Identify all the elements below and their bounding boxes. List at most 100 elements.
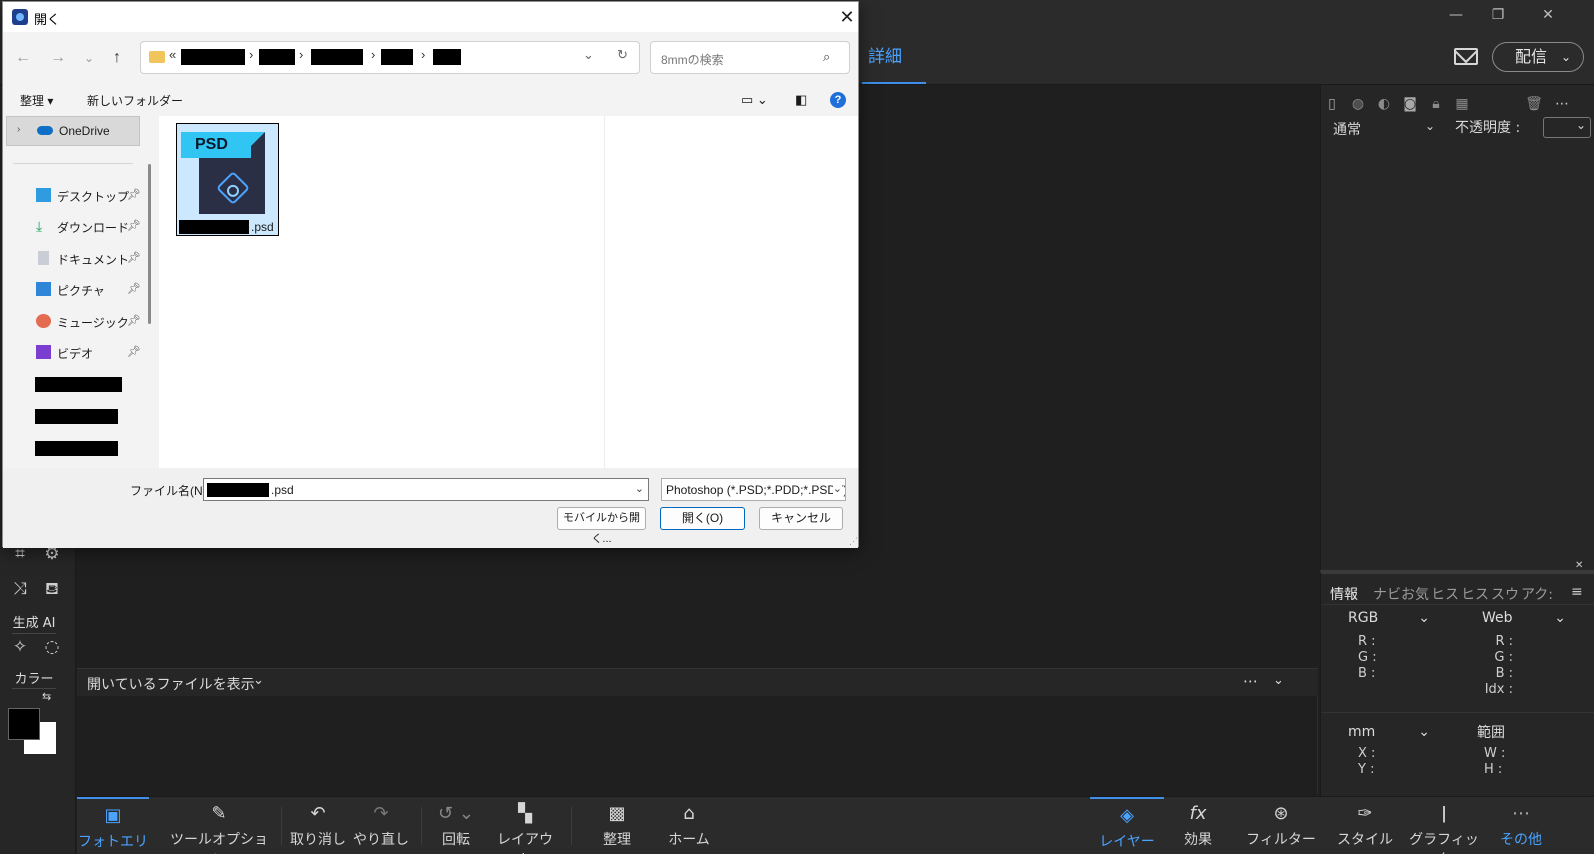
lock-transparency-icon[interactable]: ▦: [1453, 95, 1471, 113]
search-input[interactable]: 8mmの検索: [661, 51, 724, 68]
tab-histogram[interactable]: ヒス: [1431, 584, 1459, 604]
refresh-icon[interactable]: ↻: [617, 47, 628, 63]
tab-favorites[interactable]: お気: [1401, 584, 1429, 604]
nav-item-redacted[interactable]: [35, 441, 118, 456]
breadcrumb-redacted[interactable]: [181, 49, 245, 65]
foreground-color-swatch[interactable]: [8, 708, 40, 740]
tab-swatches[interactable]: スウ: [1491, 584, 1519, 604]
breadcrumb-redacted[interactable]: [433, 49, 461, 65]
chevron-down-icon[interactable]: ⌄: [253, 673, 264, 688]
bottom-redo[interactable]: ↷ やり直し: [353, 797, 409, 854]
new-layer-icon[interactable]: ▯: [1323, 95, 1341, 113]
file-type-select[interactable]: Photoshop (*.PSD;*.PDD;*.PSDT) ⌄: [661, 478, 846, 501]
nav-item-redacted[interactable]: [35, 377, 122, 392]
tab-info[interactable]: 情報: [1330, 584, 1358, 604]
bottom-graphics[interactable]: ǀ グラフィック: [1407, 797, 1481, 854]
bottom-organizer[interactable]: ▩ 整理: [591, 797, 643, 854]
tab-navigator[interactable]: ナビ: [1373, 584, 1401, 604]
mail-icon[interactable]: [1454, 48, 1478, 65]
chevron-right-icon[interactable]: ›: [17, 124, 20, 135]
resize-grip-icon[interactable]: ⋰: [849, 536, 858, 547]
panel-close-icon[interactable]: ✕: [1575, 560, 1583, 571]
nav-item-redacted[interactable]: [35, 409, 118, 424]
show-open-files-select[interactable]: 開いているファイルを表示: [87, 674, 255, 694]
tab-detail[interactable]: 詳細: [868, 42, 902, 67]
nav-label: デスクトップ: [57, 190, 130, 204]
nav-item-videos[interactable]: ビデオ 📌︎: [3, 339, 143, 367]
preview-pane-icon[interactable]: ◧: [795, 92, 807, 108]
unit-select[interactable]: mm ⌄: [1348, 724, 1430, 740]
bottom-effects[interactable]: fx 効果: [1173, 797, 1223, 854]
search-box[interactable]: 8mmの検索 ⌕: [650, 41, 850, 74]
open-from-mobile-button[interactable]: モバイルから開く...: [557, 507, 646, 545]
nav-onedrive[interactable]: › OneDrive: [6, 116, 140, 146]
recent-locations-icon[interactable]: ⌄: [79, 48, 99, 68]
cancel-button[interactable]: キャンセル: [759, 507, 843, 530]
blend-mode-select[interactable]: 通常 ⌄: [1333, 119, 1435, 139]
share-button[interactable]: 配信 ⌄: [1492, 42, 1584, 72]
forward-icon[interactable]: →: [48, 48, 68, 68]
close-icon[interactable]: ✕: [1528, 3, 1568, 27]
more-options-icon[interactable]: ⋯: [1243, 672, 1258, 690]
chevron-down-icon[interactable]: ⌄: [635, 482, 644, 495]
mask-icon[interactable]: ◙: [1401, 95, 1419, 113]
lock-icon[interactable]: 🔒︎: [1427, 95, 1445, 113]
help-icon[interactable]: ?: [830, 92, 846, 108]
breadcrumb-redacted[interactable]: [311, 49, 363, 65]
nav-item-documents[interactable]: ドキュメント 📌︎: [3, 245, 143, 273]
panel-menu-icon[interactable]: ⋯: [1553, 95, 1571, 113]
trash-icon[interactable]: 🗑︎: [1525, 95, 1543, 113]
new-folder-button[interactable]: 新しいフォルダー: [87, 92, 183, 109]
hamburger-icon[interactable]: ≡: [1571, 584, 1583, 600]
chevron-down-icon[interactable]: ⌄: [583, 47, 594, 63]
tab-actions[interactable]: アク:: [1521, 584, 1553, 604]
chevron-down-icon[interactable]: ⌄: [1273, 673, 1284, 688]
bottom-layout[interactable]: ▚ レイアウト: [491, 797, 559, 854]
nav-item-desktop[interactable]: デスクトップ 📌︎: [3, 182, 143, 210]
photo-bin-header: 開いているファイルを表示 ⌄ ⋯ ⌄: [77, 668, 1318, 696]
bottom-filters[interactable]: ⊛ フィルター: [1243, 797, 1319, 854]
tab-history[interactable]: ヒス: [1461, 584, 1489, 604]
nav-item-music[interactable]: ミュージック 📌︎: [3, 308, 143, 336]
search-icon[interactable]: ⌕: [823, 49, 830, 65]
nav-scrollbar[interactable]: [148, 164, 151, 324]
gen-expand-icon[interactable]: ◌: [40, 635, 64, 659]
new-group-icon[interactable]: ◍: [1349, 95, 1367, 113]
breadcrumb-redacted[interactable]: [259, 49, 295, 65]
open-button[interactable]: 開く(O): [660, 507, 745, 530]
nav-item-pictures[interactable]: ピクチャ 📌︎: [3, 276, 143, 304]
idx-right: Idx :: [1484, 682, 1513, 697]
shuffle-icon[interactable]: ⤨: [8, 577, 32, 601]
bottom-rotate[interactable]: ↺ ⌄ 回転: [429, 797, 483, 854]
pin-icon: 📌︎: [127, 346, 141, 358]
bottom-styles[interactable]: ✑ スタイル: [1333, 797, 1397, 854]
couch-icon[interactable]: ⛾: [40, 577, 64, 601]
address-bar[interactable]: « › › › › ⌄ ↻: [140, 41, 640, 74]
file-item-psd[interactable]: PSD .psd: [176, 123, 279, 236]
up-icon[interactable]: ↑: [107, 48, 127, 68]
bottom-layers[interactable]: ◈ レイヤー: [1090, 797, 1164, 854]
nav-item-downloads[interactable]: ⤓ ダウンロード 📌︎: [3, 213, 143, 241]
pictures-icon: [36, 282, 51, 296]
close-icon[interactable]: ✕: [836, 6, 858, 28]
bottom-home[interactable]: ⌂ ホーム: [663, 797, 715, 854]
view-options-icon[interactable]: ▭ ⌄: [741, 92, 768, 108]
bottom-tool-options[interactable]: ✎ ツールオプション: [169, 797, 269, 854]
opacity-select[interactable]: ⌄: [1543, 117, 1591, 138]
color-mode-left-select[interactable]: RGB ⌄: [1348, 610, 1430, 626]
bottom-photo-bin[interactable]: ▣ フォトエリア: [77, 797, 149, 854]
organize-menu[interactable]: 整理 ▾: [20, 92, 53, 109]
swap-colors-icon[interactable]: ⇆: [42, 690, 51, 703]
bottom-more[interactable]: ⋯ その他: [1491, 797, 1551, 854]
color-mode-right-select[interactable]: Web ⌄: [1482, 610, 1566, 626]
adjustment-layer-icon[interactable]: ◐: [1375, 95, 1393, 113]
breadcrumb-redacted[interactable]: [381, 49, 413, 65]
filename-input[interactable]: .psd ⌄: [203, 478, 649, 501]
styles-icon: ✑: [1357, 803, 1373, 824]
minimize-icon[interactable]: —: [1436, 3, 1476, 27]
gen-fill-icon[interactable]: ✧: [8, 635, 32, 659]
back-icon[interactable]: ←: [13, 48, 33, 68]
chevron-down-icon: ⌄: [832, 482, 842, 495]
bottom-undo[interactable]: ↶ 取り消し: [289, 797, 347, 854]
restore-icon[interactable]: ❐: [1478, 3, 1518, 27]
